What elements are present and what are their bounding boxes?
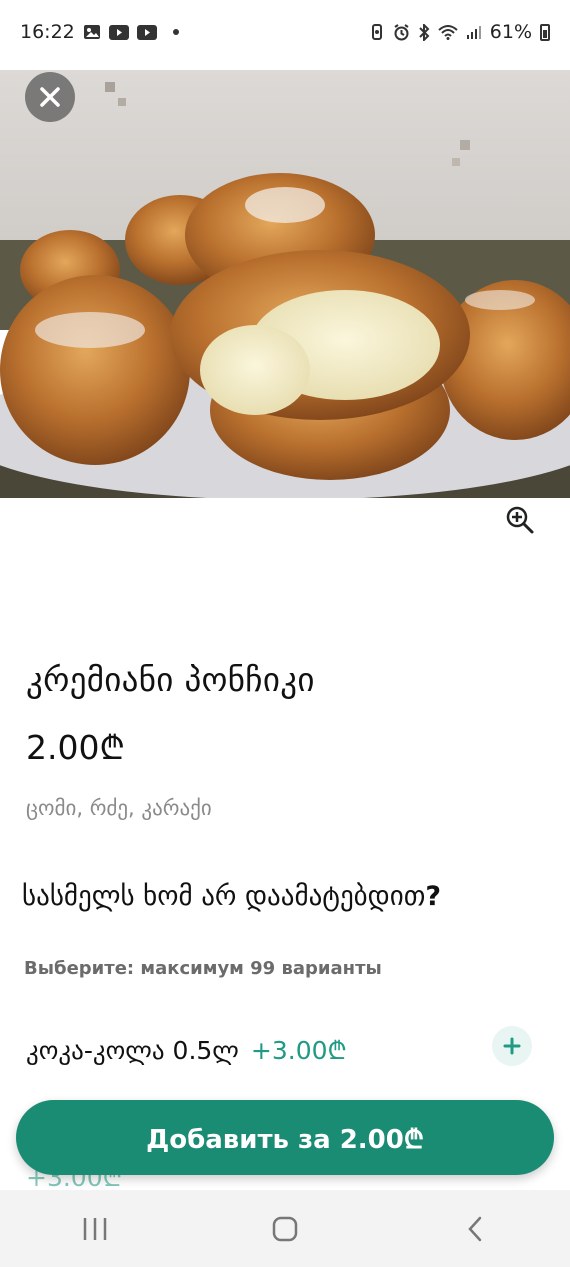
add-option-button[interactable] [492,1026,532,1066]
product-image[interactable] [0,70,570,498]
addon-option-price: +3.00₾ [250,1036,347,1065]
youtube-icon [108,24,129,40]
gallery-icon [83,24,101,40]
addon-question-mark: ? [425,881,441,912]
close-icon [40,87,60,107]
status-left: 16:22 [20,21,179,43]
zoom-in-icon [506,506,534,534]
product-price: 2.00₾ [26,728,125,767]
recent-apps-icon [83,1217,107,1240]
battery-percent: 61% [489,21,532,43]
back-icon [468,1216,482,1241]
home-icon [272,1216,298,1241]
status-right: 61% [369,21,550,43]
status-time: 16:22 [20,21,75,43]
wifi-icon [438,24,458,40]
plus-icon [503,1037,521,1055]
battery-icon [540,23,550,41]
bluetooth-icon [418,23,430,41]
close-button[interactable] [25,72,75,122]
product-ingredients: ცომი, რძე, კარაქი [26,796,212,820]
addon-question: სასმელს ხომ არ დაამატებდით? [22,874,442,920]
addon-question-text: სასმელს ხომ არ დაამატებდით [22,881,426,912]
navigation-bar [0,1190,570,1267]
home-button[interactable] [245,1199,325,1259]
addon-hint: Выберите: максимум 99 варианты [24,958,382,979]
zoom-button[interactable] [500,500,540,540]
addon-option-name: კოკა-კოლა 0.5ლ [26,1035,239,1065]
back-button[interactable] [435,1199,515,1259]
signal-icon [466,24,482,40]
product-title: კრემიანი პონჩიკი [26,660,315,699]
addon-option[interactable]: კოკა-კოლა 0.5ლ +3.00₾ [26,1030,536,1070]
add-to-cart-button[interactable]: Добавить за 2.00₾ [16,1100,554,1175]
status-bar: 16:22 61% [0,0,570,64]
alarm-icon [393,23,410,41]
recent-apps-button[interactable] [55,1199,135,1259]
dot-icon [172,29,179,35]
vibrate-icon [369,24,385,40]
youtube-icon [136,24,157,40]
